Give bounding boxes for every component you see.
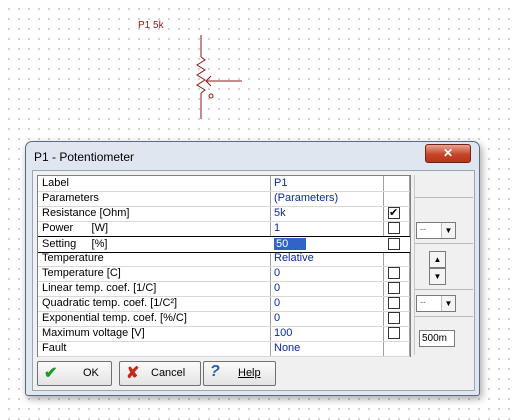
property-row[interactable]: Label P1: [38, 176, 410, 192]
close-icon: ✕: [442, 146, 454, 160]
divider: [415, 243, 473, 244]
property-row[interactable]: Quadratic temp. coef. [1/C²] 0: [38, 296, 410, 312]
spin-up-button[interactable]: ▲: [429, 251, 446, 268]
cancel-button[interactable]: ✘ Cancel: [119, 361, 201, 386]
property-label: Maximum voltage [V]: [42, 327, 145, 339]
property-checkbox[interactable]: [388, 327, 400, 339]
ok-button[interactable]: ✔ OK: [37, 361, 112, 386]
divider: [415, 289, 473, 290]
property-value[interactable]: 0: [274, 267, 280, 279]
arrow-up-icon: ▲: [433, 255, 442, 264]
divider: [415, 197, 473, 198]
component-label[interactable]: P1 5k: [138, 20, 164, 31]
step-value-input[interactable]: 500m: [419, 330, 455, 347]
property-label: Parameters: [42, 192, 99, 204]
unit-combo-top[interactable]: -- ▼: [416, 222, 456, 239]
property-label: Setting [%]: [42, 238, 108, 250]
property-label: Exponential temp. coef. [%/C]: [42, 312, 187, 324]
property-value-input[interactable]: 50: [274, 238, 306, 250]
property-label: Temperature [C]: [42, 267, 121, 279]
combo-value: --: [420, 224, 426, 234]
question-icon: ?: [210, 363, 220, 380]
property-value[interactable]: 100: [274, 327, 292, 339]
property-label: Temperature: [42, 252, 104, 264]
property-row[interactable]: Parameters (Parameters): [38, 191, 410, 207]
potentiometer-symbol[interactable]: [180, 35, 250, 125]
help-button[interactable]: ? Help: [203, 361, 276, 386]
property-label: Quadratic temp. coef. [1/C²]: [42, 297, 178, 309]
potentiometer-dialog: P1 - Potentiometer ✕ Label P1 Parameters (P…: [25, 141, 480, 396]
arrow-down-icon: ▼: [433, 272, 442, 281]
property-row[interactable]: Resistance [Ohm] 5k: [38, 206, 410, 222]
property-value[interactable]: 5k: [274, 207, 286, 219]
property-row[interactable]: Linear temp. coef. [1/C] 0: [38, 281, 410, 297]
property-checkbox[interactable]: [388, 222, 400, 234]
cancel-label: Cancel: [151, 367, 186, 379]
property-label: Resistance [Ohm]: [42, 207, 130, 219]
property-checkbox[interactable]: [388, 238, 400, 250]
unit-combo-bottom[interactable]: -- ▼: [416, 295, 456, 312]
property-label: Label: [42, 177, 69, 189]
property-value[interactable]: None: [274, 342, 300, 354]
title-bar[interactable]: P1 - Potentiometer ✕: [26, 142, 479, 170]
chevron-down-icon[interactable]: ▼: [441, 296, 455, 311]
property-checkbox[interactable]: [388, 297, 400, 309]
property-value[interactable]: Relative: [274, 252, 314, 264]
property-row[interactable]: Temperature [C] 0: [38, 266, 410, 282]
property-row[interactable]: Maximum voltage [V] 100: [38, 326, 410, 342]
property-value[interactable]: 0: [274, 312, 280, 324]
dialog-body: Label P1 Parameters (Parameters) Resistance …: [32, 170, 475, 391]
property-checkbox[interactable]: [388, 267, 400, 279]
property-value[interactable]: 0: [274, 282, 280, 294]
close-button[interactable]: ✕: [425, 144, 471, 163]
property-checkbox[interactable]: [388, 312, 400, 324]
property-value[interactable]: 1: [274, 222, 280, 234]
property-value[interactable]: (Parameters): [274, 192, 338, 204]
property-row[interactable]: Exponential temp. coef. [%/C] 0: [38, 311, 410, 327]
spin-down-button[interactable]: ▼: [429, 268, 446, 285]
dialog-title: P1 - Potentiometer: [34, 150, 135, 164]
chevron-down-icon[interactable]: ▼: [441, 223, 455, 238]
property-checkbox[interactable]: [388, 282, 400, 294]
property-label: Linear temp. coef. [1/C]: [42, 282, 157, 294]
combo-value: --: [420, 297, 426, 307]
property-value[interactable]: P1: [274, 177, 287, 189]
property-checkbox[interactable]: [388, 206, 400, 219]
check-icon: ✔: [44, 365, 58, 382]
property-row[interactable]: Power [W] 1: [38, 221, 410, 237]
property-value[interactable]: 0: [274, 297, 280, 309]
help-label: Help: [238, 367, 261, 379]
property-label: Power [W]: [42, 222, 109, 234]
property-grid: Label P1 Parameters (Parameters) Resistance …: [37, 175, 411, 357]
x-icon: ✘: [126, 365, 140, 382]
property-row[interactable]: Temperature Relative: [38, 251, 410, 267]
property-row[interactable]: Fault None: [38, 341, 410, 357]
divider: [415, 316, 473, 317]
ok-label: OK: [83, 367, 99, 379]
property-label: Fault: [42, 342, 67, 354]
side-panel: -- ▼ ▲ ▼ -- ▼ 500m: [414, 175, 473, 355]
